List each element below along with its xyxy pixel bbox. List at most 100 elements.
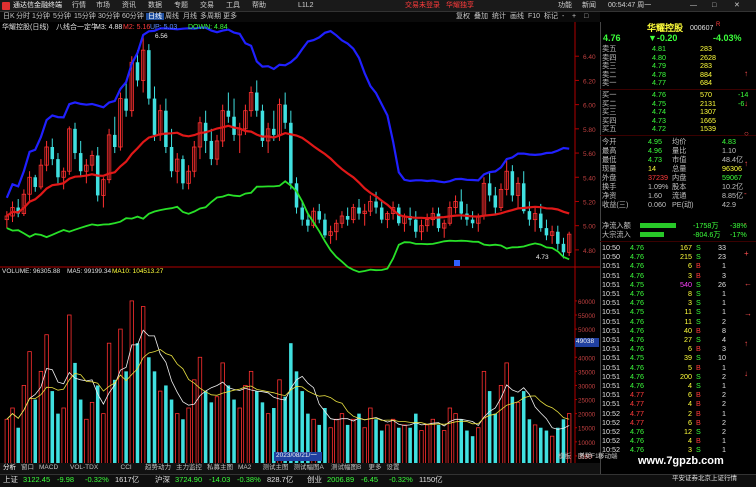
menu-item-trade[interactable]: 交易 [200, 2, 214, 9]
zoom-out-button[interactable]: - [562, 13, 564, 20]
maximize-button[interactable]: □ [712, 2, 716, 9]
indicator-name[interactable]: 八线合一定牛 [56, 24, 98, 31]
tool-restore-rights[interactable]: 复权 [456, 13, 470, 20]
candle-body-down [209, 140, 214, 160]
side-nav-icon[interactable]: ○ [744, 130, 749, 138]
indicator-tab[interactable]: 分析 [3, 464, 16, 472]
indicator-tab[interactable]: 更多 [369, 464, 382, 472]
window-toggle-button[interactable]: □ [584, 13, 588, 20]
tool-multiperiod[interactable]: 多周期 [200, 13, 221, 20]
candle-body-down [493, 195, 498, 208]
tick-count: 2 [722, 316, 726, 326]
stat-value: 48.4亿 [722, 155, 744, 164]
side-nav-icon[interactable]: ↓ [744, 370, 748, 378]
indicator-tab[interactable]: 主力监控 [176, 464, 202, 472]
tick-time: 10:52 [602, 436, 620, 446]
indicator-tab[interactable]: 窗口 [21, 464, 34, 472]
indicator-tab[interactable]: VOL-TDX [70, 464, 98, 472]
level2-badge[interactable]: L1L2 [298, 2, 314, 9]
menu-item-market[interactable]: 市场 [96, 2, 110, 9]
side-nav-icon[interactable]: - [744, 190, 747, 198]
tick-time: 10:51 [602, 289, 620, 298]
market-name[interactable]: 沪深 [155, 476, 170, 484]
tool-f10[interactable]: F10 [528, 13, 540, 20]
candle-body-down [556, 231, 560, 244]
tick-price: 4.75 [630, 279, 644, 289]
tool-15min[interactable]: 15分钟 [74, 13, 96, 20]
bottom-right-tab[interactable]: 移动端 [598, 453, 618, 461]
menu-item-hq[interactable]: 行情 [72, 2, 86, 9]
chart-area[interactable]: 6.40 6.20 6.00 5.80 5.60 5.40 5.20 5.00 4.80 600… [0, 22, 600, 474]
indicator-tab[interactable]: 测试幅图A [294, 464, 324, 472]
tool-60min[interactable]: 60分钟 [122, 13, 144, 20]
menu-item-topic[interactable]: 专题 [174, 2, 188, 9]
tool-30min[interactable]: 30分钟 [98, 13, 120, 20]
volume-bar-down [323, 408, 327, 470]
side-nav-icon[interactable]: ↑ [744, 70, 748, 78]
candle-body-down [561, 243, 566, 253]
tool-dayline[interactable]: 日线 [146, 13, 164, 20]
candle-body-down [50, 147, 55, 160]
side-nav-icon[interactable]: → [744, 310, 752, 318]
menu-item-tools[interactable]: 工具 [226, 2, 240, 9]
menu-item-news[interactable]: 资讯 [122, 2, 136, 9]
indicator-tab[interactable]: CCI [121, 464, 132, 472]
promo-link[interactable]: 华耀独享 [446, 2, 474, 9]
indicator-tab[interactable]: MACD [39, 464, 58, 472]
side-nav-icon[interactable]: ← [744, 280, 752, 288]
volume-tick-label: 25000 [578, 398, 596, 405]
indicator-tab[interactable]: 趋势动力 [145, 464, 171, 472]
tool-mark[interactable]: 标记 [544, 13, 558, 20]
trade-login-link[interactable]: 交易未登录 [405, 2, 440, 9]
volume-bar-up [192, 379, 197, 471]
side-nav-icon[interactable]: + [744, 250, 749, 258]
volume-marker-value: 49038 [576, 338, 595, 345]
bottom-right-tab[interactable]: 模板 [558, 453, 571, 461]
tool-stats[interactable]: 统计 [492, 13, 506, 20]
tool-monthline[interactable]: 月线 [183, 13, 197, 20]
tick-count: 26 [718, 279, 726, 289]
indicator-tab[interactable]: MA2 [238, 464, 251, 472]
close-icon[interactable]: ✕ [734, 2, 740, 9]
candle-body-down [357, 207, 361, 214]
function-menu[interactable]: 功能 [558, 2, 572, 9]
tool-1min[interactable]: 1分钟 [32, 13, 50, 20]
tick-volume: 6 [688, 261, 692, 271]
minimize-button[interactable]: — [690, 2, 697, 9]
stat-value: 96306 [722, 164, 742, 173]
menu-item-help[interactable]: 帮助 [252, 2, 266, 9]
side-nav-icon[interactable]: ↑ [744, 160, 748, 168]
indicator-tab[interactable]: 测试幅图B [331, 464, 361, 472]
indicator-tab[interactable]: 测试主图 [263, 464, 289, 472]
low-price-label: 4.73 [536, 254, 549, 261]
kline-chart[interactable]: 6.40 6.20 6.00 5.80 5.60 5.40 5.20 5.00 4.80 600… [0, 22, 600, 474]
tool-more[interactable]: 更多 [223, 13, 237, 20]
tick-count: 2 [722, 417, 726, 427]
side-nav-icon[interactable]: ↓ [744, 100, 748, 108]
app-title: 通达信金融终端 [13, 2, 62, 9]
tool-timeshare[interactable]: 分时 [16, 13, 30, 20]
side-nav-icon[interactable]: - [744, 220, 747, 228]
title-bar: 通达信金融终端 行情 市场 资讯 数据 专题 交易 工具 帮助 L1L2 交易未… [0, 0, 756, 12]
tool-5min[interactable]: 5分钟 [53, 13, 71, 20]
zoom-in-button[interactable]: + [572, 13, 576, 20]
event-marker-icon[interactable] [454, 260, 460, 266]
volume-tick-label: 20000 [578, 412, 596, 419]
tool-weekline[interactable]: 周线 [165, 13, 179, 20]
side-nav-icon[interactable]: ↑ [744, 340, 748, 348]
tool-overlay[interactable]: 叠加 [474, 13, 488, 20]
volume-bar-up [186, 407, 191, 471]
tick-price: 4.76 [630, 335, 644, 344]
tool-draw[interactable]: 画线 [510, 13, 524, 20]
indicator-tab[interactable]: 私募主图 [207, 464, 233, 472]
flow-bar [640, 232, 664, 237]
market-name[interactable]: 上证 [3, 476, 18, 484]
volume-ma10: MA10: 104513.27 [112, 268, 164, 275]
menu-item-data[interactable]: 数据 [148, 2, 162, 9]
news-menu[interactable]: 新闻 [582, 2, 596, 9]
indicator-tab[interactable]: 设置 [387, 464, 400, 472]
tick-price: 4.76 [630, 371, 644, 381]
volume-bar-down [521, 391, 526, 470]
market-name[interactable]: 创业 [307, 476, 322, 484]
tool-daily-k[interactable]: 日K [3, 13, 15, 20]
